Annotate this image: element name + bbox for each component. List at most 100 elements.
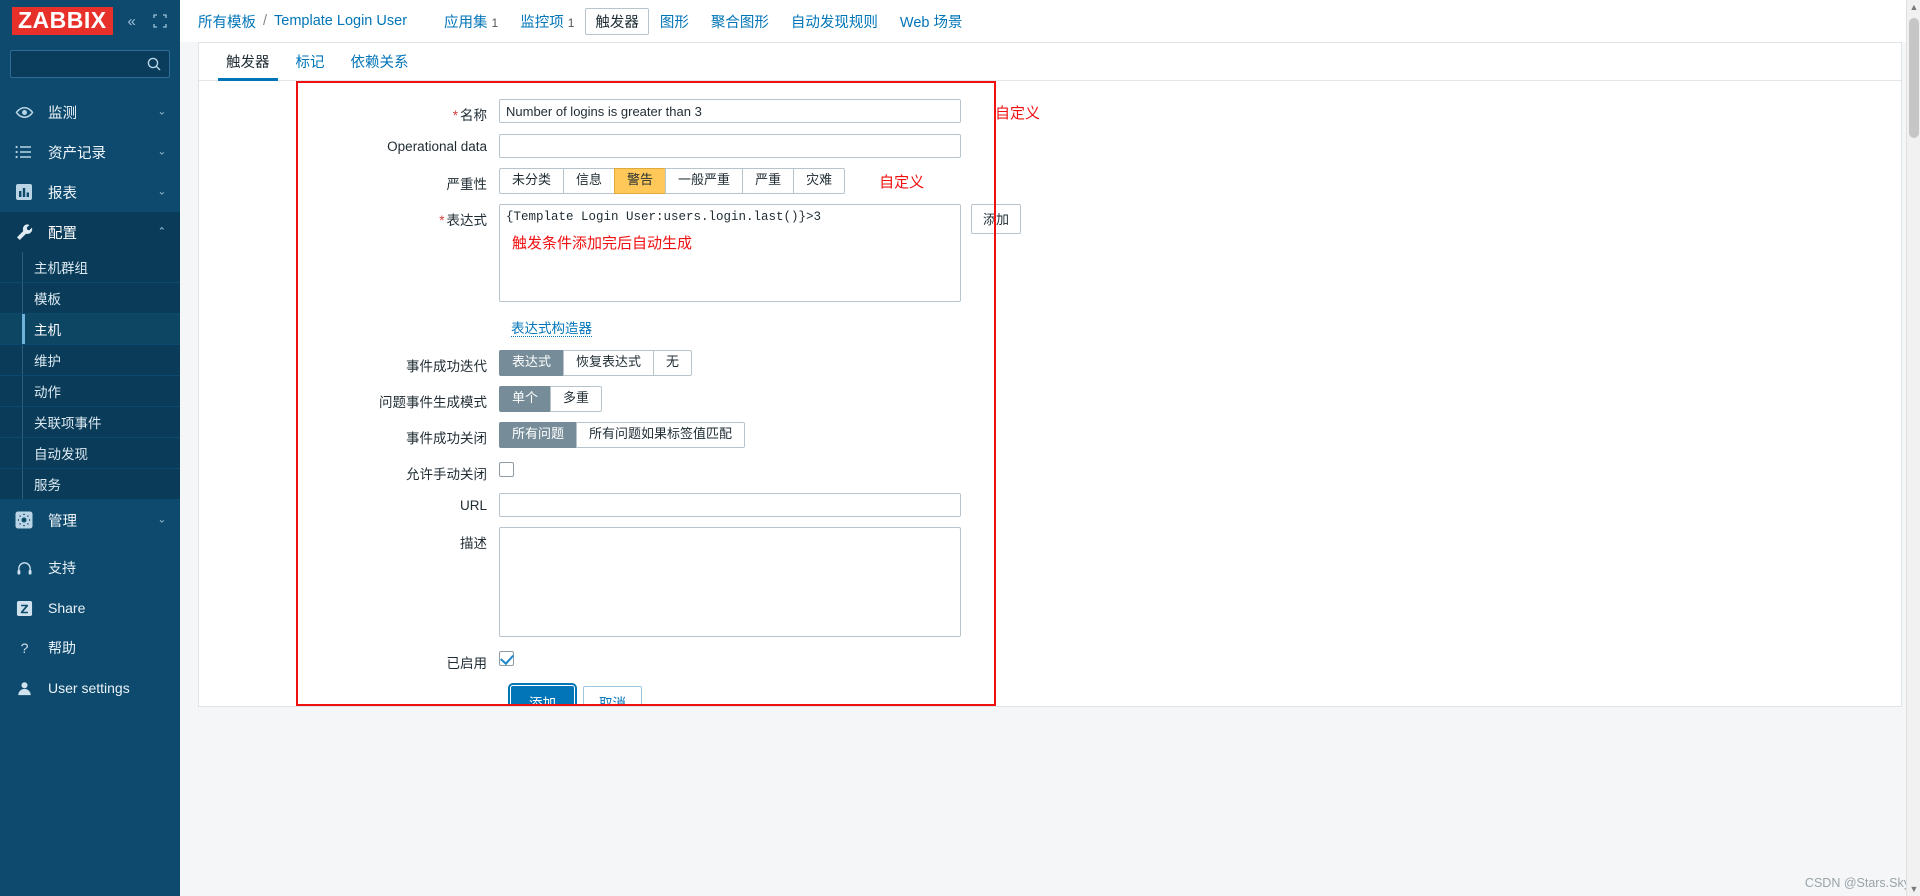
enabled-checkbox[interactable] [499,650,514,666]
menu-web-scenarios[interactable]: Web 场景 [889,8,974,35]
zabbix-share-icon [14,598,34,618]
sidebar-item-configuration[interactable]: 配置 ⌃ [0,212,180,252]
severity-option-high[interactable]: 严重 [742,168,794,194]
breadcrumb-all-templates[interactable]: 所有模板 [198,11,256,32]
form-row-ok-event-closes: 事件成功关闭 所有问题 所有问题如果标签值匹配 [199,421,1901,448]
sidebar-item-administration[interactable]: 管理 ⌄ [0,500,180,540]
form-row-url: URL [199,492,1901,517]
description-textarea[interactable] [499,526,961,637]
sidebar-item-maintenance[interactable]: 维护 [0,345,180,376]
close-mode-option-all-problems[interactable]: 所有问题 [499,421,577,448]
search-icon[interactable] [146,56,162,72]
sidebar-item-share[interactable]: Share [0,588,180,628]
sidebar-subitem-label: 关联项事件 [34,416,102,431]
sidebar-item-label: 资产记录 [48,145,106,162]
severity-option-not-classified[interactable]: 未分类 [499,168,564,194]
chevron-double-left-icon[interactable]: « [123,12,141,30]
ok-event-option-none[interactable]: 无 [653,349,693,376]
severity-option-warning[interactable]: 警告 [614,168,666,194]
sidebar-item-label: 管理 [48,513,77,530]
ok-event-option-expression[interactable]: 表达式 [499,349,564,376]
zabbix-logo: ZABBIX [12,7,113,35]
tab-label: 依赖关系 [350,55,409,71]
label-enabled: 已启用 [446,655,488,671]
sidebar-item-label: Share [48,600,86,616]
sidebar-item-inventory[interactable]: 资产记录 ⌄ [0,132,180,172]
sidebar-item-templates[interactable]: 模板 [0,283,180,314]
sidebar-header: ZABBIX « [0,0,180,42]
form-row-operational-data: Operational data [199,134,1901,158]
sidebar-item-help[interactable]: ? 帮助 [0,628,180,668]
expression-add-button[interactable]: 添加 [971,203,1022,234]
label-operational-data: Operational data [387,139,487,154]
sidebar-item-host-groups[interactable]: 主机群组 [0,252,180,283]
url-input[interactable] [499,492,961,517]
sidebar-item-label: User settings [48,680,130,696]
close-mode-option-tag-match[interactable]: 所有问题如果标签值匹配 [576,421,746,448]
field-ok-event-generation: 表达式 恢复表达式 无 [499,349,693,376]
severity-option-information[interactable]: 信息 [563,168,615,194]
severity-option-average[interactable]: 一般严重 [665,168,743,194]
tab-dependencies[interactable]: 依赖关系 [338,51,422,80]
operational-data-input[interactable] [499,134,961,158]
user-icon [14,678,34,698]
annotation-severity: 自定义 [879,174,925,191]
sidebar-item-hosts[interactable]: 主机 [0,314,180,345]
expression-textarea[interactable] [499,203,961,302]
tab-tags[interactable]: 标记 [283,51,338,80]
expression-constructor-link[interactable]: 表达式构造器 [511,320,592,337]
wrench-icon [14,222,34,242]
menu-applications[interactable]: 应用集 1 [433,8,509,35]
sidebar-item-actions[interactable]: 动作 [0,376,180,407]
menu-items[interactable]: 监控项 1 [509,8,585,35]
name-input[interactable] [499,99,961,123]
label-allow-manual-close: 允许手动关闭 [406,466,487,482]
chevron-up-icon: ⌃ [157,226,166,238]
close-mode-segmented-control: 所有问题 所有问题如果标签值匹配 [499,421,746,448]
sidebar-item-support[interactable]: 支持 [0,548,180,588]
ok-event-option-recovery-expression[interactable]: 恢复表达式 [563,349,654,376]
form-button-row: 添加 取消 [508,682,1901,706]
severity-option-disaster[interactable]: 灾难 [793,168,846,194]
menu-count: 1 [567,15,575,30]
allow-manual-close-checkbox[interactable] [499,461,514,477]
sidebar-item-label: 帮助 [48,640,76,656]
scroll-thumb[interactable] [1909,18,1919,138]
scroll-up-arrow[interactable]: ▲ [1907,0,1920,14]
label-description: 描述 [460,535,487,551]
menu-discovery-rules[interactable]: 自动发现规则 [780,8,889,35]
sidebar-item-services[interactable]: 服务 [0,469,180,500]
add-button[interactable]: 添加 [508,682,577,706]
problem-mode-option-multiple[interactable]: 多重 [550,385,603,412]
sidebar-item-user-settings[interactable]: User settings [0,668,180,708]
menu-graphs[interactable]: 图形 [649,8,700,35]
sidebar-subitem-label: 动作 [34,385,61,400]
problem-mode-option-single[interactable]: 单个 [499,385,551,412]
chevron-down-icon: ⌄ [157,514,166,526]
sidebar-subitem-label: 自动发现 [34,447,88,462]
form-row-severity: 严重性 未分类 信息 警告 一般严重 严重 灾难 自定义 [199,168,1901,194]
label-name: * 名称 [199,99,499,124]
menu-triggers[interactable]: 触发器 [585,7,649,35]
form-row-enabled: 已启用 [199,647,1901,672]
sidebar-subitem-label: 维护 [34,354,61,369]
chevron-down-icon: ⌄ [157,186,166,198]
sidebar-item-reports[interactable]: 报表 ⌄ [0,172,180,212]
content-area: 触发器 标记 依赖关系 * 名称 Number of logins is gre… [180,42,1920,896]
expand-icon[interactable] [151,12,169,30]
menu-label: 触发器 [595,14,639,31]
menu-screens[interactable]: 聚合图形 [700,8,780,35]
sidebar-item-label: 配置 [48,225,77,242]
field-url [499,492,961,517]
label-ok-event-closes: 事件成功关闭 [406,430,487,446]
tab-trigger[interactable]: 触发器 [213,51,283,81]
cancel-button[interactable]: 取消 [583,685,642,706]
sidebar-item-monitoring[interactable]: 监测 ⌄ [0,92,180,132]
breadcrumb-current-template[interactable]: Template Login User [274,13,407,29]
page-scrollbar[interactable]: ▲ ▼ [1906,0,1920,896]
search-box[interactable] [10,50,170,78]
scroll-down-arrow[interactable]: ▼ [1907,882,1920,896]
sidebar-item-discovery[interactable]: 自动发现 [0,438,180,469]
sidebar-subitem-label: 主机群组 [34,261,88,276]
sidebar-item-event-correlation[interactable]: 关联项事件 [0,407,180,438]
